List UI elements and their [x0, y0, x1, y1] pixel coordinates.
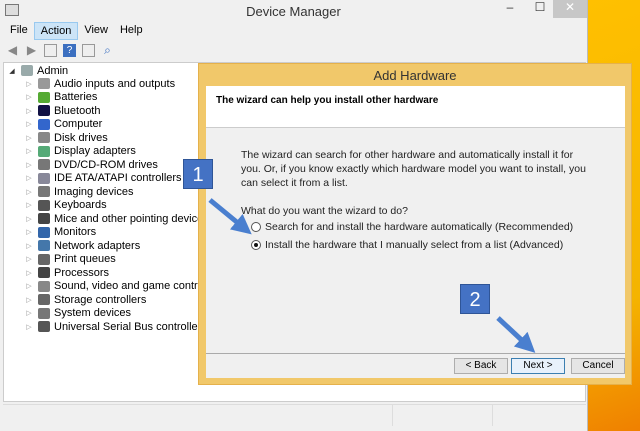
- arrow-to-manual-option: [208, 198, 252, 235]
- annotation-arrows: [208, 198, 536, 353]
- arrow-to-next-button: [496, 316, 536, 353]
